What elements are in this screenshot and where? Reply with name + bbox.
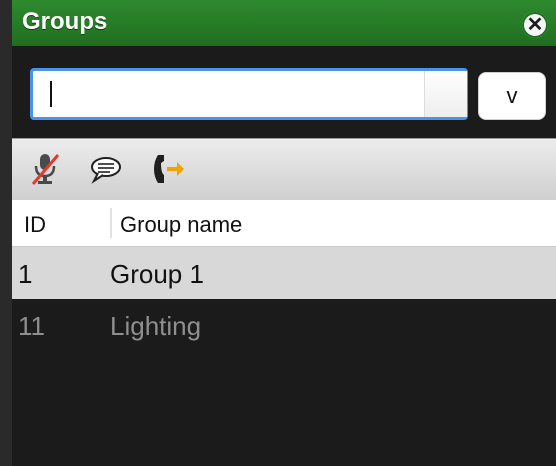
search-input-right-cap: [424, 71, 467, 117]
phone-exit-icon[interactable]: [150, 151, 186, 187]
column-header-group-name[interactable]: Group name: [120, 212, 242, 238]
group-id: 11: [18, 311, 45, 341]
table-row[interactable]: 11 Lighting: [12, 299, 556, 351]
toolbar: [12, 138, 556, 202]
column-header-id[interactable]: ID: [24, 212, 46, 238]
speech-bubble-icon[interactable]: [88, 151, 124, 187]
muted-microphone-icon[interactable]: [28, 151, 64, 187]
text-caret: [50, 81, 52, 107]
groups-panel: Groups ✕ v ID Group name 1 Group 1 11 Li…: [12, 0, 556, 466]
table-row[interactable]: 1 Group 1: [12, 247, 556, 299]
window-title: Groups: [22, 8, 108, 35]
group-name: Group 1: [110, 259, 204, 289]
dropdown-button[interactable]: v: [478, 72, 546, 120]
group-name: Lighting: [110, 311, 202, 341]
search-input[interactable]: [30, 68, 468, 120]
table-header: ID Group name: [12, 200, 556, 247]
close-button[interactable]: ✕: [522, 12, 548, 38]
search-row: v: [12, 46, 556, 138]
titlebar: Groups ✕: [12, 0, 556, 47]
column-divider[interactable]: [110, 208, 112, 238]
group-id: 1: [18, 259, 33, 289]
close-icon: ✕: [526, 13, 544, 36]
